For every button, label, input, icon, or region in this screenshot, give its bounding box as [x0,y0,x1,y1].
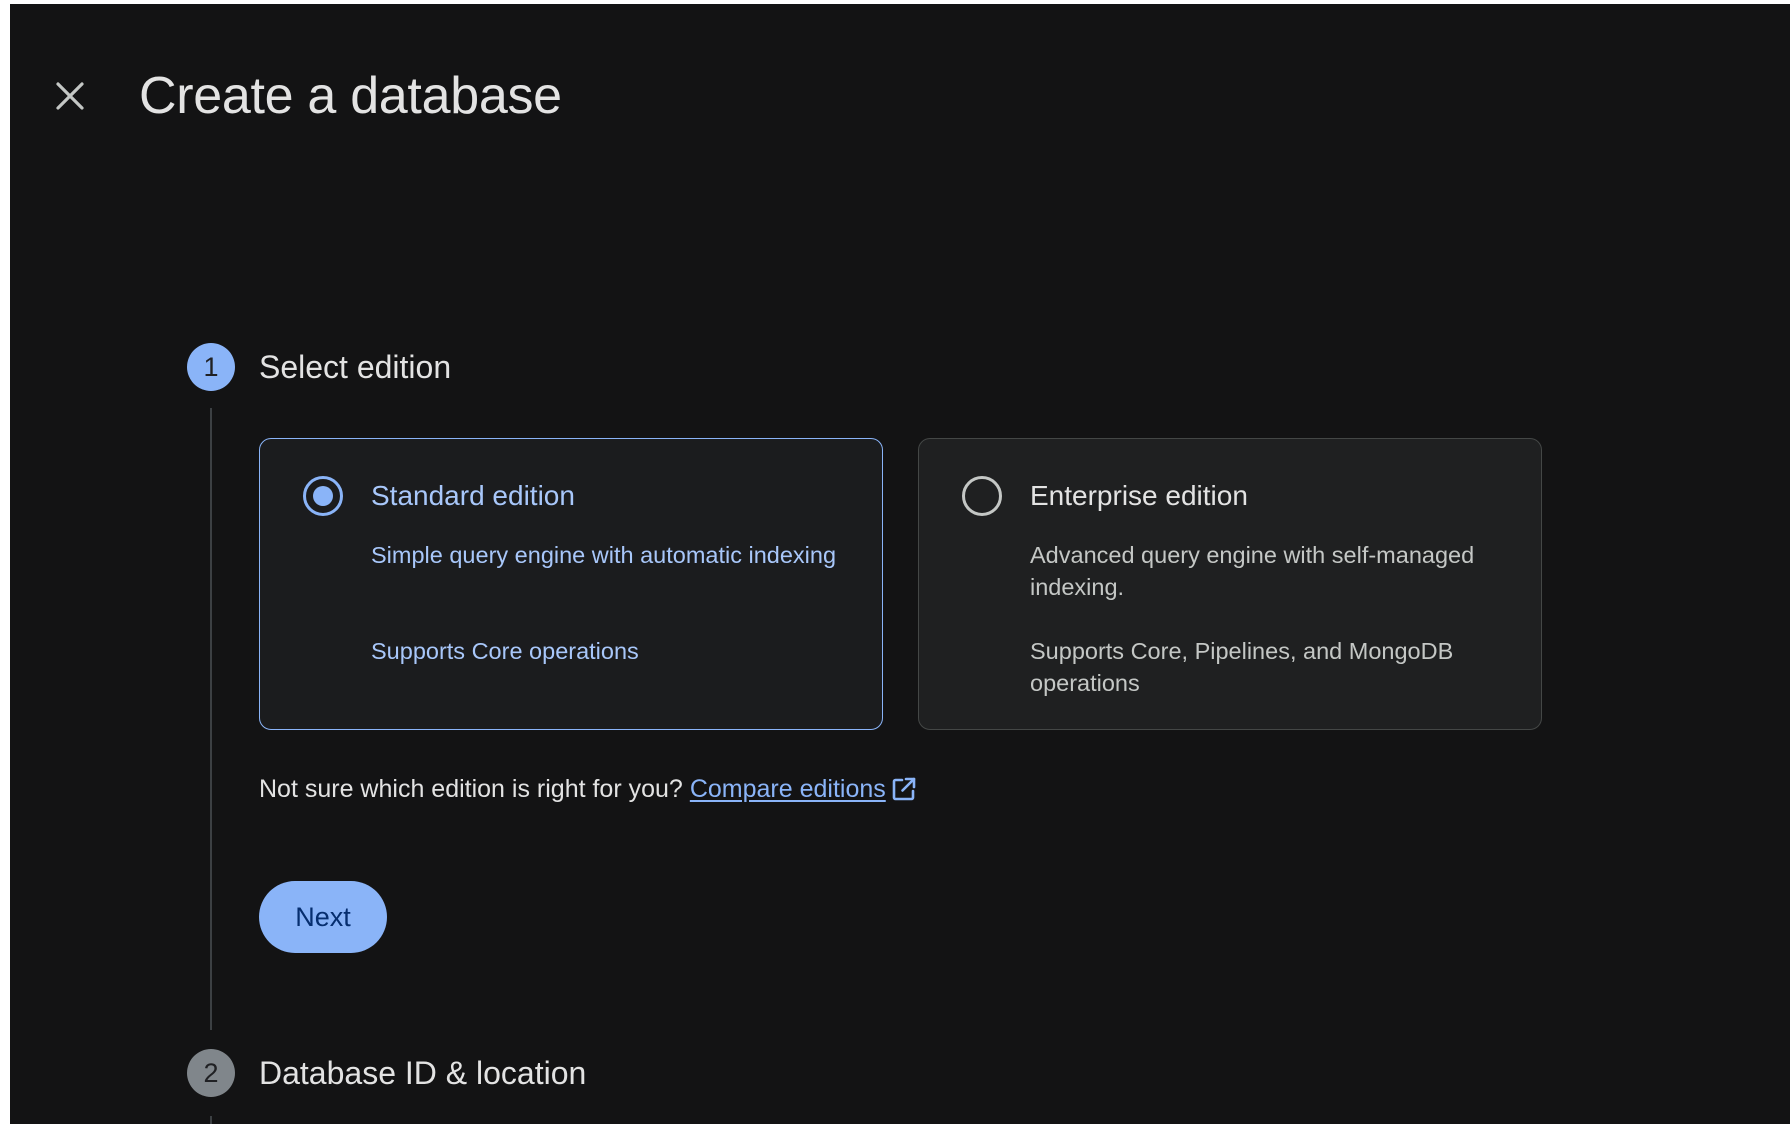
compare-editions-link[interactable]: Compare editions [690,772,886,806]
standard-edition-description: Simple query engine with automatic index… [371,542,837,568]
standard-edition-operations: Supports Core operations [371,638,639,664]
step-number-badge: 2 [187,1049,235,1097]
enterprise-edition-operations: Supports Core, Pipelines, and MongoDB op… [1030,638,1454,696]
stepper-connector-line [210,1116,212,1124]
step-title-select-edition: Select edition [259,349,452,385]
standard-edition-option[interactable]: Standard edition Simple query engine wit… [259,438,883,730]
enterprise-edition-title: Enterprise edition [1030,480,1248,511]
enterprise-edition-description: Advanced query engine with self-managed … [1030,542,1475,600]
stepper-connector-line [210,408,212,1030]
edition-help-text: Not sure which edition is right for you?… [259,772,917,806]
close-icon [56,82,84,110]
step-number-badge: 1 [187,343,235,391]
standard-edition-radio[interactable] [303,476,343,516]
create-database-panel: Create a database 1 Select edition Stand… [10,4,1790,1124]
step-title-database-id-location: Database ID & location [259,1055,587,1091]
open-in-new-icon[interactable] [891,776,917,802]
radio-selected-dot [313,486,333,506]
edition-help-question: Not sure which edition is right for you? [259,775,683,803]
page-title: Create a database [139,67,562,125]
standard-edition-title: Standard edition [371,480,575,511]
next-button[interactable]: Next [259,881,387,953]
enterprise-edition-radio[interactable] [962,476,1002,516]
close-button[interactable] [48,74,92,118]
enterprise-edition-option[interactable]: Enterprise edition Advanced query engine… [918,438,1542,730]
